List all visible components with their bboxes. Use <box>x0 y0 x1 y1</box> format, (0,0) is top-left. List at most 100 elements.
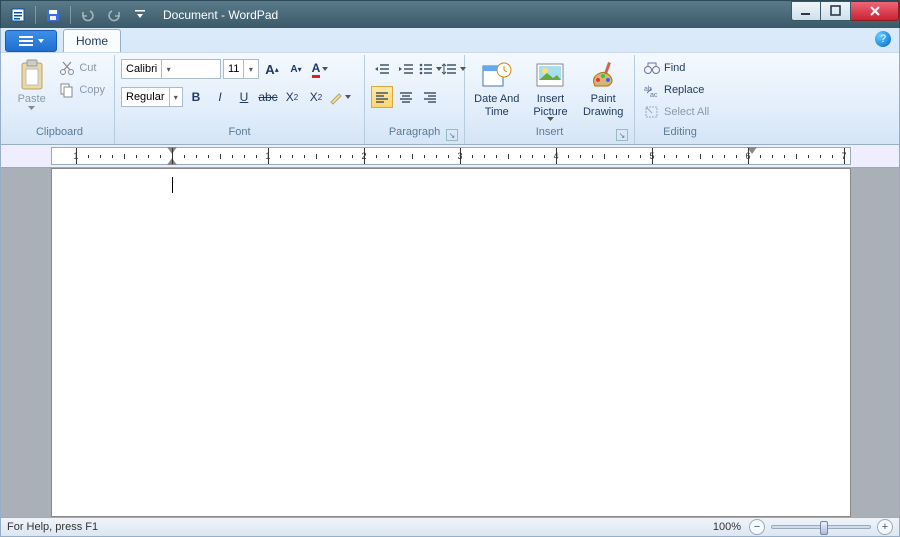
zoom-thumb[interactable] <box>820 521 828 535</box>
group-label-font: Font <box>121 126 358 142</box>
paint-icon <box>587 59 619 91</box>
align-right-icon <box>423 91 437 103</box>
group-editing: Find abac Replace Select All Editing <box>635 55 725 144</box>
underline-button[interactable]: U <box>233 86 255 108</box>
qat-customize-button[interactable] <box>129 5 151 25</box>
bold-button[interactable]: B <box>185 86 207 108</box>
maximize-button[interactable] <box>821 1 851 21</box>
font-family-value: Calibri <box>122 63 161 75</box>
align-left-button[interactable] <box>371 86 393 108</box>
cut-label: Cut <box>79 62 96 74</box>
superscript-button[interactable]: X2 <box>305 86 327 108</box>
select-all-icon <box>644 104 660 120</box>
close-button[interactable] <box>851 1 899 21</box>
clipboard-icon <box>16 59 48 91</box>
indent-icon <box>398 62 414 76</box>
statusbar: For Help, press F1 100% − + <box>0 517 900 537</box>
tabstrip: Home ? <box>1 28 899 52</box>
find-label: Find <box>664 62 685 74</box>
chevron-down-icon <box>547 117 554 121</box>
zoom-slider[interactable] <box>771 525 871 529</box>
italic-button[interactable]: I <box>209 86 231 108</box>
insert-picture-label: Insert Picture <box>527 93 575 118</box>
select-all-button[interactable]: Select All <box>641 101 712 123</box>
paint-label: Paint Drawing <box>578 93 628 118</box>
window-title: Document - WordPad <box>163 8 278 22</box>
replace-label: Replace <box>664 84 704 96</box>
datetime-label: Date And Time <box>471 93 523 118</box>
grow-font-button[interactable]: A▴ <box>261 58 283 80</box>
zoom-value: 100% <box>713 521 741 533</box>
list-icon <box>418 62 434 76</box>
help-button[interactable]: ? <box>875 31 891 47</box>
font-size-value: 11 <box>224 63 243 75</box>
document-area <box>1 168 899 517</box>
strikethrough-button[interactable]: abc <box>257 86 279 108</box>
line-spacing-button[interactable] <box>443 58 465 80</box>
ruler[interactable]: 11234567 <box>51 147 851 165</box>
tab-home[interactable]: Home <box>63 29 121 52</box>
font-style-value: Regular <box>122 91 169 103</box>
increase-indent-button[interactable] <box>395 58 417 80</box>
font-size-combo[interactable]: 11 ▾ <box>223 59 259 79</box>
align-center-icon <box>399 91 413 103</box>
svg-text:ac: ac <box>650 92 658 99</box>
replace-button[interactable]: abac Replace <box>641 79 707 101</box>
line-spacing-icon <box>442 62 458 76</box>
qat-redo-button[interactable] <box>103 5 125 25</box>
ruler-area: 11234567 <box>1 145 899 168</box>
insert-launcher[interactable]: ↘ <box>616 129 628 141</box>
scissors-icon <box>59 60 75 76</box>
font-family-combo[interactable]: Calibri ▾ <box>121 59 221 79</box>
picture-icon <box>534 59 566 91</box>
font-color-button[interactable]: A <box>309 58 331 80</box>
select-all-label: Select All <box>664 106 709 118</box>
decrease-indent-button[interactable] <box>371 58 393 80</box>
copy-label: Copy <box>79 84 105 96</box>
align-left-icon <box>375 91 389 103</box>
chevron-down-icon: ▾ <box>243 60 257 78</box>
titlebar: Document - WordPad <box>0 0 900 28</box>
minimize-button[interactable] <box>791 1 821 21</box>
chevron-down-icon: ▾ <box>161 60 175 78</box>
page[interactable] <box>51 168 851 517</box>
paint-drawing-button[interactable]: Paint Drawing <box>578 57 628 118</box>
zoom-out-button[interactable]: − <box>749 519 765 535</box>
datetime-button[interactable]: Date And Time <box>471 57 523 118</box>
align-right-button[interactable] <box>419 86 441 108</box>
group-label-clipboard: Clipboard <box>11 126 108 142</box>
qat-save-button[interactable] <box>42 5 64 25</box>
zoom-in-button[interactable]: + <box>877 519 893 535</box>
chevron-down-icon <box>28 106 35 110</box>
replace-icon: abac <box>644 82 660 98</box>
font-style-combo[interactable]: Regular ▾ <box>121 87 183 107</box>
insert-picture-button[interactable]: Insert Picture <box>527 57 575 121</box>
copy-icon <box>59 82 75 98</box>
cut-button[interactable]: Cut <box>56 57 108 79</box>
group-clipboard: Paste Cut Copy <box>5 55 115 144</box>
shrink-font-button[interactable]: A▾ <box>285 58 307 80</box>
align-center-button[interactable] <box>395 86 417 108</box>
highlighter-icon <box>329 90 343 104</box>
copy-button[interactable]: Copy <box>56 79 108 101</box>
file-menu-button[interactable] <box>5 30 57 52</box>
status-help-text: For Help, press F1 <box>7 521 98 533</box>
subscript-button[interactable]: X2 <box>281 86 303 108</box>
ribbon: Home ? Paste Cut <box>0 28 900 145</box>
paragraph-launcher[interactable]: ↘ <box>446 129 458 141</box>
group-font: Calibri ▾ 11 ▾ A▴ A▾ A <box>115 55 365 144</box>
app-menu-icon[interactable] <box>7 5 29 25</box>
calendar-clock-icon <box>481 59 513 91</box>
group-label-insert: Insert ↘ <box>471 126 628 142</box>
group-label-paragraph: Paragraph ↘ <box>371 126 458 142</box>
paste-button[interactable]: Paste <box>11 57 52 110</box>
group-label-editing: Editing <box>641 126 719 142</box>
workspace: 11234567 <box>0 145 900 517</box>
highlight-button[interactable] <box>329 86 351 108</box>
list-button[interactable] <box>419 58 441 80</box>
outdent-icon <box>374 62 390 76</box>
binoculars-icon <box>644 60 660 76</box>
find-button[interactable]: Find <box>641 57 688 79</box>
qat-undo-button[interactable] <box>77 5 99 25</box>
chevron-down-icon: ▾ <box>169 88 182 106</box>
